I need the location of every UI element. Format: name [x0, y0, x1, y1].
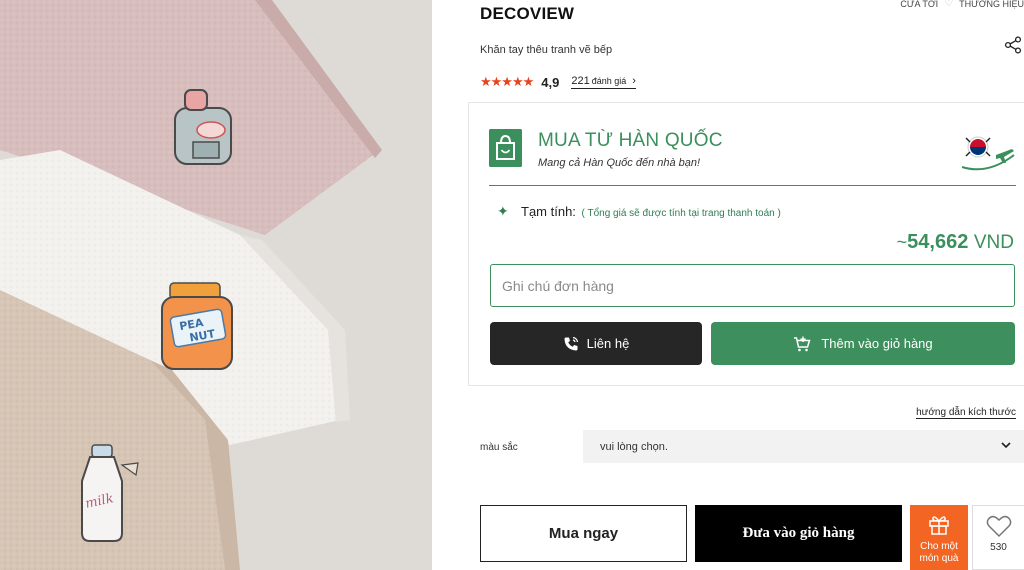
product-photo: PEA NUT milk: [0, 0, 432, 570]
add-to-cart-button[interactable]: Đưa vào giỏ hàng: [695, 505, 902, 562]
price-approx: ~: [896, 232, 908, 252]
review-label: đánh giá: [591, 76, 627, 86]
add-to-cart-green-button[interactable]: Thêm vào giỏ hàng: [711, 322, 1015, 365]
top-links: CỬA TỚI ♡ THƯƠNG HIỆU: [900, 0, 1024, 9]
sparkle-icon: ✦: [497, 203, 509, 219]
star-rating-icon: ★★★★★: [480, 74, 534, 89]
brand-name[interactable]: DECOVIEW: [480, 4, 574, 24]
towels-illustration: PEA NUT milk: [0, 0, 432, 570]
store-link[interactable]: CỬA TỚI: [900, 0, 938, 9]
gift-button[interactable]: Cho một món quà: [910, 505, 968, 570]
cart-plus-icon: [794, 336, 811, 351]
review-count: 221: [571, 75, 590, 87]
chevron-right-icon: ›: [632, 75, 636, 87]
product-panel: CỬA TỚI ♡ THƯƠNG HIỆU DECOVIEW Khăn tay …: [432, 0, 1024, 570]
heart-outline-icon: ♡: [944, 0, 954, 9]
estimate-label: Tạm tính:: [521, 204, 576, 219]
add-cart-label: Thêm vào giỏ hàng: [821, 336, 933, 351]
korea-flag-plane-icon: [961, 136, 1015, 171]
product-title: Khăn tay thêu tranh vẽ bếp: [480, 44, 613, 56]
wishlist-button[interactable]: 530: [972, 505, 1024, 570]
korea-box-subtitle: Mang cả Hàn Quốc đến nhà bạn!: [538, 157, 701, 169]
phone-icon: [564, 336, 578, 350]
color-label: màu sắc: [480, 442, 518, 453]
estimate-note: ( Tổng giá sẽ được tính tại trang thanh …: [581, 208, 781, 219]
size-guide-link[interactable]: hướng dẫn kích thước: [916, 407, 1016, 419]
korea-box-title: MUA TỪ HÀN QUỐC: [538, 130, 723, 151]
korea-purchase-box: MUA TỪ HÀN QUỐC Mang cả Hàn Quốc đến nhà…: [468, 102, 1024, 386]
reviews-link[interactable]: 221 đánh giá ›: [571, 75, 636, 89]
heart-icon: [986, 515, 1011, 538]
order-note-input[interactable]: [490, 264, 1015, 307]
gift-icon: [929, 516, 949, 535]
price-currency: VND: [973, 232, 1014, 253]
contact-button[interactable]: Liên hệ: [490, 322, 702, 365]
price-value: 54,662: [907, 231, 969, 253]
color-select-value: vui lòng chọn.: [600, 440, 668, 453]
price: ~54,662 VND: [897, 231, 1014, 254]
rating-row: ★★★★★ 4,9 221 đánh giá ›: [480, 74, 636, 90]
chevron-down-icon: [1000, 439, 1012, 454]
buy-now-button[interactable]: Mua ngay: [480, 505, 687, 562]
shopping-bag-icon: [489, 129, 522, 167]
rating-value: 4,9: [541, 74, 560, 90]
divider: [489, 185, 1016, 186]
share-icon[interactable]: [1004, 36, 1022, 54]
color-select[interactable]: vui lòng chọn.: [583, 430, 1024, 463]
wishlist-count: 530: [990, 542, 1007, 553]
brand-link[interactable]: THƯƠNG HIỆU: [959, 0, 1024, 9]
contact-label: Liên hệ: [586, 336, 630, 351]
gift-label: Cho một món quà: [919, 541, 959, 564]
estimate-row: Tạm tính: ( Tổng giá sẽ được tính tại tr…: [521, 204, 781, 219]
